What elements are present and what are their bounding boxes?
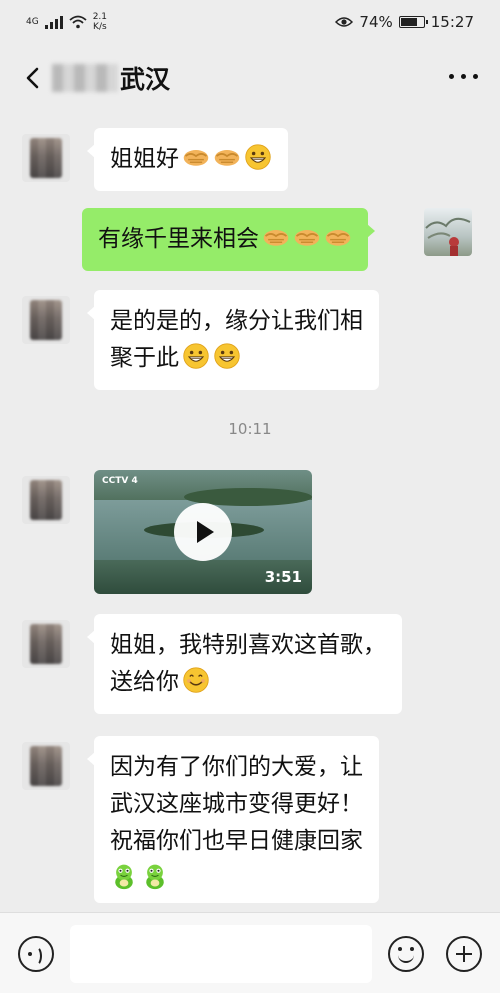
video-message[interactable]: CCTV 4 3:51 [94,470,312,594]
status-bar: 4G 2.1 K/s 74% 15:27 [0,0,500,44]
wifi-icon [69,15,87,29]
message-bubble[interactable]: 是的是的，缘分让我们相 聚于此 [87,290,379,390]
message-text: 有缘千里来相会 [98,226,259,252]
frog-icon [110,862,138,890]
play-icon[interactable] [174,503,232,561]
back-arrow-icon[interactable] [20,64,48,92]
avatar[interactable] [22,476,70,524]
chat-title-text: 武汉 [120,65,171,94]
avatar[interactable] [22,742,70,790]
chat-title: 武汉 [52,58,170,98]
voice-icon[interactable] [18,936,54,972]
message-bubble[interactable]: 姐姐好 [87,128,288,191]
avatar[interactable] [22,134,70,182]
message-text-line: 因为有了你们的大爱，让 [110,754,363,780]
grin-icon [244,143,272,171]
message-bubble-outgoing[interactable]: 有缘千里来相会 [82,208,375,271]
chat-header: 武汉 [0,44,500,114]
handshake-icon [262,223,290,251]
message-text-line: 姐姐，我特别喜欢这首歌， [110,632,386,658]
message-input[interactable] [70,925,372,983]
eye-icon [335,17,354,27]
message-text-line: 祝福你们也早日健康回家 [110,828,363,854]
message-bubble[interactable]: 因为有了你们的大爱，让 武汉这座城市变得更好！ 祝福你们也早日健康回家 [87,736,379,903]
avatar[interactable] [22,620,70,668]
network-speed: 2.1 K/s [92,12,108,32]
handshake-icon [293,223,321,251]
clock: 15:27 [430,13,474,31]
grin-icon [213,342,241,370]
battery-percent: 74% [359,13,393,31]
message-text-line: 是的是的，缘分让我们相 [110,308,363,334]
message-text: 姐姐好 [110,146,179,172]
handshake-icon [324,223,352,251]
message-bubble[interactable]: 姐姐，我特别喜欢这首歌， 送给你 [87,614,402,714]
plus-icon[interactable] [446,936,482,972]
handshake-icon [182,143,210,171]
message-text-line: 武汉这座城市变得更好！ [110,791,363,817]
input-bar [0,912,500,993]
message-text-line: 送给你 [110,669,179,695]
channel-logo: CCTV 4 [102,476,138,486]
signal-icon [44,15,63,29]
snow-tree-photo [425,217,471,256]
my-avatar[interactable] [424,208,472,256]
more-options-icon[interactable] [449,74,478,79]
emoji-icon[interactable] [388,936,424,972]
avatar[interactable] [22,296,70,344]
frog-icon [141,862,169,890]
battery-icon [398,16,428,28]
redacted-name [52,64,118,92]
video-duration: 3:51 [264,568,302,586]
timestamp: 10:11 [228,420,272,438]
handshake-icon [213,143,241,171]
smile-icon [182,666,210,694]
network-type: 4G [26,17,39,27]
grin-icon [182,342,210,370]
message-text-line: 聚于此 [110,345,179,371]
